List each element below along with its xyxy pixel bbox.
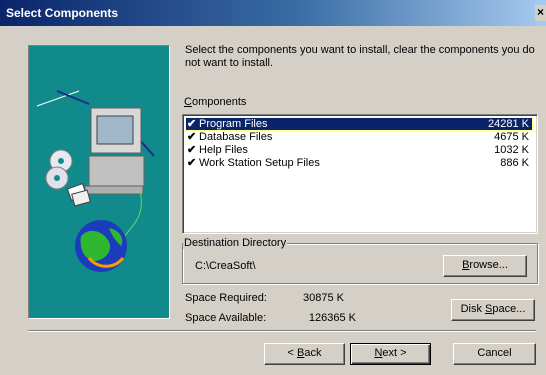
component-name: Program Files (199, 118, 268, 130)
destination-path: C:\CreaSoft\ (195, 260, 256, 272)
globe-icon (75, 220, 127, 272)
title-bar: Select Components × (0, 0, 546, 26)
computer-icon (84, 107, 145, 195)
disk-space-button[interactable]: Disk Space... (451, 299, 535, 321)
computer-cd-globe-illustration (36, 90, 155, 272)
components-listbox[interactable]: ✔ Program Files 24281 K ✔ Database Files… (182, 114, 538, 234)
space-available-label: Space Available: (185, 312, 267, 324)
close-icon[interactable]: × (535, 5, 546, 21)
components-label: Components (184, 96, 247, 108)
cd-icon (45, 149, 73, 190)
next-button[interactable]: Next > (350, 343, 431, 365)
setup-illustration (28, 45, 170, 319)
component-size: 24281 K (488, 118, 529, 130)
component-name: Work Station Setup Files (199, 157, 320, 169)
component-size: 4675 K (494, 131, 529, 143)
cancel-button[interactable]: Cancel (453, 343, 536, 365)
window-title: Select Components (6, 6, 119, 20)
component-size: 1032 K (494, 144, 529, 156)
component-name: Database Files (199, 131, 273, 143)
space-available-value: 126365 K (308, 312, 356, 324)
component-item-database-files[interactable]: ✔ Database Files 4675 K (186, 131, 532, 143)
space-required-label: Space Required: (185, 292, 267, 304)
space-required-value: 30875 K (303, 292, 344, 304)
check-icon[interactable]: ✔ (187, 118, 196, 130)
check-icon[interactable]: ✔ (187, 157, 196, 169)
instructions-text: Select the components you want to instal… (185, 44, 535, 69)
separator (28, 330, 536, 332)
component-size: 886 K (500, 157, 529, 169)
component-item-program-files[interactable]: ✔ Program Files 24281 K (185, 117, 533, 131)
check-icon[interactable]: ✔ (187, 131, 196, 143)
browse-button[interactable]: Browse... (443, 255, 527, 277)
component-item-help-files[interactable]: ✔ Help Files 1032 K (186, 144, 532, 156)
component-item-workstation-setup-files[interactable]: ✔ Work Station Setup Files 886 K (186, 157, 532, 169)
check-icon[interactable]: ✔ (187, 144, 196, 156)
destination-label: Destination Directory (183, 237, 288, 249)
component-name: Help Files (199, 144, 248, 156)
back-button[interactable]: < Back (264, 343, 345, 365)
